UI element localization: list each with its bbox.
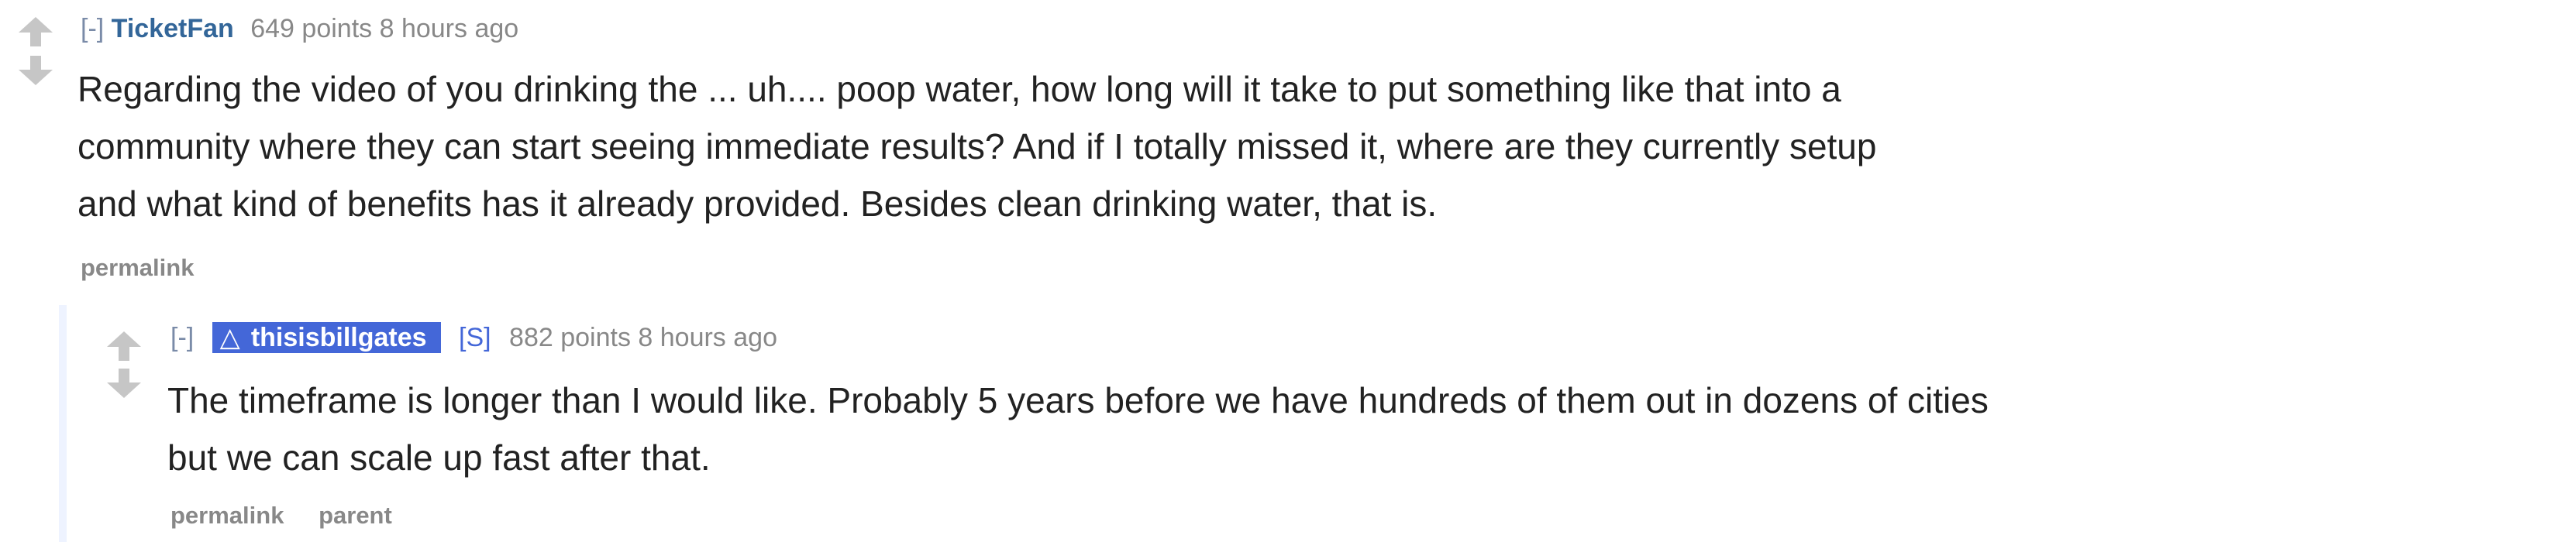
comment-body-line: Regarding the video of you drinking the …	[77, 69, 1841, 109]
upvote-arrow-icon[interactable]	[19, 17, 53, 46]
reply-buttons: permalink parent	[170, 502, 420, 530]
permalink-link[interactable]: permalink	[81, 254, 194, 281]
collapse-toggle[interactable]: [-]	[81, 14, 104, 43]
collapse-toggle[interactable]: [-]	[170, 323, 194, 352]
comment-buttons: permalink	[81, 254, 222, 282]
reply-comment: [-] △ thisisbillgates [S] 882 points 8 ho…	[59, 305, 2576, 542]
reply-tagline: [-] △ thisisbillgates [S] 882 points 8 ho…	[170, 322, 777, 353]
permalink-link[interactable]: permalink	[170, 502, 284, 529]
downvote-arrow-icon[interactable]	[19, 56, 53, 85]
reply-body: The timeframe is longer than I would lik…	[167, 372, 1989, 486]
comment-body: Regarding the video of you drinking the …	[77, 60, 1876, 232]
author-link[interactable]: △ thisisbillgates	[212, 322, 441, 353]
comment: [-] TicketFan 649 points 8 hours ago Reg…	[0, 0, 2576, 294]
author-name: thisisbillgates	[250, 323, 427, 352]
timestamp: 8 hours ago	[379, 14, 519, 43]
special-flair: [S]	[459, 323, 491, 352]
comment-body-line: and what kind of benefits has it already…	[77, 184, 1438, 224]
reply-body-line: but we can scale up fast after that.	[167, 437, 711, 478]
reply-body-line: The timeframe is longer than I would lik…	[167, 380, 1989, 420]
comment-tagline: [-] TicketFan 649 points 8 hours ago	[81, 14, 518, 44]
downvote-arrow-icon[interactable]	[107, 369, 141, 398]
score: 649 points	[250, 14, 373, 43]
upvote-arrow-icon[interactable]	[107, 331, 141, 361]
score: 882 points	[509, 323, 631, 352]
comment-body-line: community where they can start seeing im…	[77, 126, 1877, 166]
timestamp: 8 hours ago	[638, 323, 777, 352]
admin-logo-icon: △	[219, 323, 240, 352]
author-link[interactable]: TicketFan	[112, 14, 234, 43]
parent-link[interactable]: parent	[319, 502, 392, 529]
